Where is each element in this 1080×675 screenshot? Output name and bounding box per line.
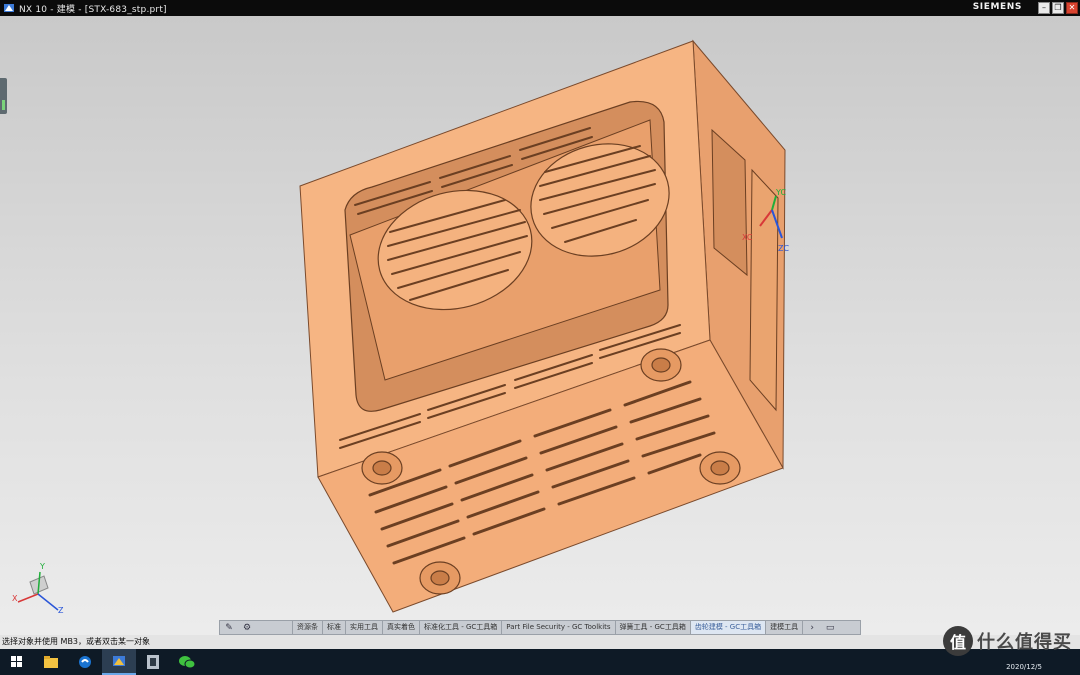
triad-x-label: X	[12, 594, 18, 603]
watermark-logo-icon: 值	[943, 626, 973, 656]
brand-label: SIEMENS	[972, 2, 1022, 12]
triad-z-label: Z	[58, 606, 64, 615]
toolbar-tab-spring[interactable]: 弹簧工具 - GC工具箱	[616, 621, 691, 634]
toolbar-tab-standard[interactable]: 标准	[323, 621, 346, 634]
toolbar-options-icon[interactable]: ▭	[823, 621, 837, 634]
chevron-right-icon[interactable]: ›	[805, 621, 819, 634]
taskbar-date: 2020/12/5	[1006, 663, 1042, 671]
toolbar-tab-utility[interactable]: 实用工具	[346, 621, 383, 634]
gear-icon[interactable]: ⚙	[240, 621, 254, 634]
windows-start-icon[interactable]	[0, 649, 34, 675]
minimize-button[interactable]: –	[1038, 2, 1050, 14]
graphics-window[interactable]: YC XC ZC Y X Z	[0, 16, 1080, 635]
yc-label: YC	[776, 188, 787, 197]
site-watermark: 值 什么值得买	[943, 626, 1072, 656]
toolbar-tab-gear[interactable]: 齿轮建模 - GC工具箱	[690, 621, 767, 634]
triad-y-label: Y	[40, 562, 45, 571]
close-button[interactable]: ✕	[1066, 2, 1078, 14]
toolbar-tab-security[interactable]: Part File Security - GC Toolkits	[502, 621, 616, 634]
window-title: NX 10 - 建模 - [STX-683_stp.prt]	[19, 4, 167, 15]
wechat-icon[interactable]	[170, 649, 204, 675]
toolbar-tab-standardize[interactable]: 标准化工具 - GC工具箱	[420, 621, 503, 634]
toolbar-tab-modeling[interactable]: 建模工具	[766, 621, 804, 634]
watermark-text: 什么值得买	[977, 632, 1072, 653]
status-line: 选择对象并使用 MB3，或者双击某一对象	[0, 635, 1080, 649]
toolbar-tab-resource[interactable]: 资源条	[293, 621, 323, 634]
title-bar: NX 10 - 建模 - [STX-683_stp.prt] SIEMENS –…	[0, 0, 1080, 16]
xc-label: XC	[742, 233, 753, 242]
toolbar-tab-shading[interactable]: 真实着色	[383, 621, 420, 634]
border-bar-toolbar: ✎ ⚙ 资源条 标准 实用工具 真实着色 标准化工具 - GC工具箱 Part …	[219, 620, 861, 635]
case-model[interactable]	[0, 16, 1080, 635]
nx-app-icon	[4, 4, 14, 12]
edge-icon[interactable]	[68, 649, 102, 675]
taskbar: 2020/12/5	[0, 649, 1080, 675]
file-explorer-icon[interactable]	[34, 649, 68, 675]
nx-taskbar-icon[interactable]	[102, 649, 136, 675]
pin-icon[interactable]: ✎	[222, 621, 236, 634]
zc-label: ZC	[778, 244, 790, 253]
restore-button[interactable]: ❐	[1052, 2, 1064, 14]
app-taskbar-icon[interactable]	[136, 649, 170, 675]
